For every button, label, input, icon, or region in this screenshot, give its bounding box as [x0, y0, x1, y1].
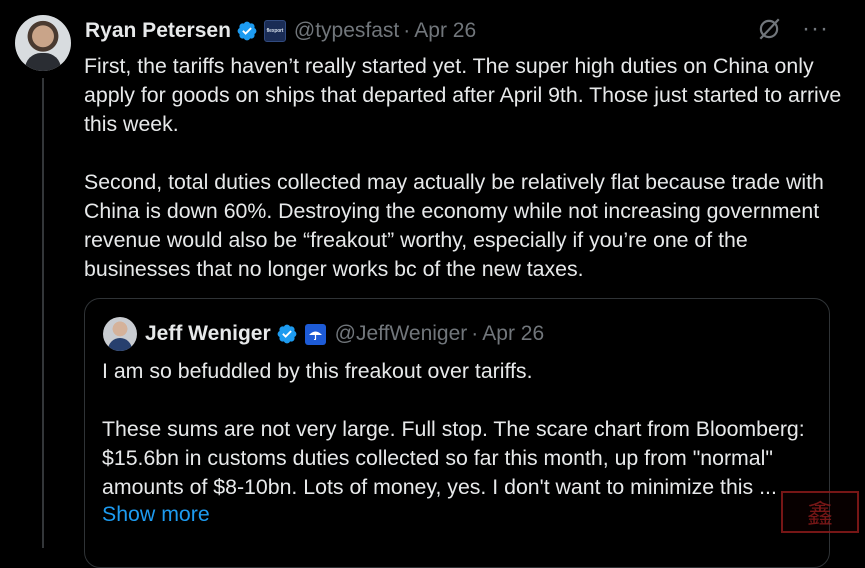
show-more-link[interactable]: Show more — [102, 502, 210, 527]
watermark-text: 鑫 — [806, 499, 833, 530]
tweet-actions-top: ··· — [756, 16, 829, 42]
thread-line — [42, 78, 44, 548]
verified-badge-icon — [237, 21, 257, 41]
author-avatar[interactable] — [15, 15, 71, 71]
separator-dot: · — [403, 19, 411, 42]
tweet-date[interactable]: Apr 26 — [414, 19, 476, 43]
author-name[interactable]: Ryan Petersen — [85, 19, 231, 43]
quote-author-handle[interactable]: @JeffWeniger — [335, 322, 468, 346]
tweet-text: First, the tariffs haven’t really starte… — [84, 54, 842, 281]
affiliate-badge-icon[interactable] — [304, 323, 326, 345]
separator-dot: · — [471, 322, 479, 345]
quote-author-avatar[interactable] — [103, 317, 137, 351]
quote-header: Jeff Weniger @JeffWeniger · Apr 26 — [103, 317, 544, 351]
tweet-header: Ryan Petersen flexport @typesfast · Apr … — [85, 16, 476, 46]
quote-tweet[interactable]: Jeff Weniger @JeffWeniger · Apr 26 I am … — [84, 298, 830, 568]
author-handle[interactable]: @typesfast — [294, 19, 399, 43]
quote-author-name[interactable]: Jeff Weniger — [145, 322, 271, 346]
verified-badge-icon — [277, 324, 297, 344]
affiliate-badge-icon[interactable]: flexport — [263, 20, 286, 42]
grok-icon[interactable] — [756, 16, 782, 42]
quote-date[interactable]: Apr 26 — [482, 322, 544, 346]
more-options-icon[interactable]: ··· — [802, 17, 829, 41]
quote-text: I am so befuddled by this freakout over … — [102, 359, 805, 499]
watermark-stamp: 鑫 — [781, 491, 859, 533]
